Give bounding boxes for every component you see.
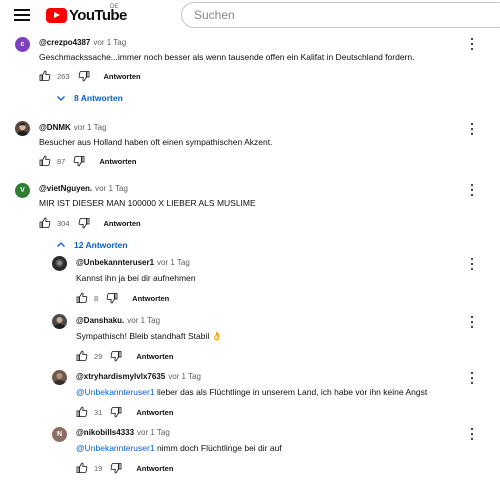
reply-actions: 31 Antworten	[76, 405, 173, 419]
more-options-icon[interactable]	[469, 428, 475, 440]
comment-header: @DNMK vor 1 Tag	[39, 123, 107, 132]
reply-text: @Unbekannteruser1 lieber das als Flüchtl…	[76, 387, 427, 397]
show-replies-button[interactable]: 8 Antworten	[56, 93, 123, 103]
avatar-photo	[16, 123, 29, 136]
like-count: 8	[94, 293, 99, 303]
reply-text-body: nimm doch Flüchtlinge bei dir auf	[154, 443, 282, 453]
avatar-photo	[53, 373, 66, 385]
comment-text: MIR IST DIESER MAN 100000 X LIEBER ALS M…	[39, 198, 256, 208]
mention-link[interactable]: @Unbekannteruser1	[76, 443, 155, 453]
thumb-down-icon[interactable]	[110, 350, 122, 362]
comment-time[interactable]: vor 1 Tag	[74, 123, 107, 132]
thumb-up-icon[interactable]	[39, 155, 51, 167]
comment-time[interactable]: vor 1 Tag	[95, 184, 128, 193]
reply-button[interactable]: Antworten	[136, 408, 173, 417]
chevron-up-icon	[57, 242, 65, 247]
thumb-down-icon[interactable]	[73, 155, 85, 167]
reply-button[interactable]: Antworten	[136, 464, 173, 473]
avatar[interactable]	[52, 314, 67, 329]
comment-header: @vietNguyen. vor 1 Tag	[39, 184, 128, 193]
thumb-down-icon[interactable]	[78, 70, 90, 82]
reply-actions: 29 Antworten	[76, 349, 173, 363]
thumb-down-icon[interactable]	[110, 406, 122, 418]
comment-time[interactable]: vor 1 Tag	[93, 38, 126, 47]
avatar[interactable]: N	[52, 427, 67, 442]
thumb-up-icon[interactable]	[76, 406, 88, 418]
reply-author[interactable]: @Danshaku.	[76, 316, 124, 325]
reply-header: @xtryhardismylvlx7635 vor 1 Tag	[76, 372, 201, 381]
like-count: 29	[94, 351, 103, 361]
comment-actions: 304 Antworten	[39, 216, 141, 230]
reply-text: Sympathisch! Bleib standhaft Stabil 👌	[76, 331, 222, 342]
reply-header: @Unbekannteruser1 vor 1 Tag	[76, 258, 190, 267]
comment-author[interactable]: @crezpo4387	[39, 38, 90, 47]
thumb-up-icon[interactable]	[76, 350, 88, 362]
ok-hand-emoji: 👌	[211, 331, 223, 341]
search-box[interactable]	[181, 2, 500, 28]
comment-text: Besucher aus Holland haben oft einen sym…	[39, 137, 273, 147]
more-options-icon[interactable]	[469, 316, 475, 328]
reply-time[interactable]: vor 1 Tag	[137, 428, 170, 437]
reply-header: @Danshaku. vor 1 Tag	[76, 316, 160, 325]
avatar-photo	[55, 259, 64, 267]
comment-text: Geschmackssache...immer noch besser als …	[39, 52, 415, 62]
like-count: 87	[57, 156, 66, 166]
avatar[interactable]: c	[15, 37, 30, 52]
reply-header: @nikobills4333 vor 1 Tag	[76, 428, 170, 437]
menu-icon[interactable]	[14, 9, 30, 21]
thumb-down-icon[interactable]	[78, 217, 90, 229]
reply-button[interactable]: Antworten	[99, 157, 136, 166]
more-options-icon[interactable]	[469, 258, 475, 270]
reply-author[interactable]: @nikobills4333	[76, 428, 134, 437]
replies-count: 12 Antworten	[74, 240, 128, 250]
reply-actions: 19 Antworten	[76, 461, 173, 475]
reply-text: Kannst ihn ja bei dir aufnehmen	[76, 273, 196, 283]
avatar-photo	[53, 317, 66, 329]
avatar[interactable]	[15, 121, 30, 136]
comment-actions: 87 Antworten	[39, 154, 136, 168]
search-input[interactable]	[194, 8, 500, 22]
reply-button[interactable]: Antworten	[104, 72, 141, 81]
more-options-icon[interactable]	[469, 123, 475, 135]
youtube-play-icon	[46, 7, 67, 23]
avatar[interactable]	[52, 256, 67, 271]
like-count: 31	[94, 407, 103, 417]
reply-button[interactable]: Antworten	[132, 294, 169, 303]
avatar[interactable]: V	[15, 183, 30, 198]
more-options-icon[interactable]	[469, 184, 475, 196]
like-count: 19	[94, 463, 103, 473]
thumb-up-icon[interactable]	[76, 462, 88, 474]
comment-actions: 263 Antworten	[39, 69, 141, 83]
reply-button[interactable]: Antworten	[104, 219, 141, 228]
reply-text-body: lieber das als Flüchtlinge in unserem La…	[154, 387, 428, 397]
thumb-up-icon[interactable]	[39, 70, 51, 82]
reply-actions: 8 Antworten	[76, 291, 169, 305]
comment-header: @crezpo4387 vor 1 Tag	[39, 38, 126, 47]
logo-country-code: DE	[110, 4, 119, 10]
avatar[interactable]	[52, 370, 67, 385]
mention-link[interactable]: @Unbekannteruser1	[76, 387, 155, 397]
reply-button[interactable]: Antworten	[136, 352, 173, 361]
reply-text-body: Sympathisch! Bleib standhaft Stabil	[76, 331, 210, 341]
comment-author[interactable]: @DNMK	[39, 123, 71, 132]
thumb-down-icon[interactable]	[106, 292, 118, 304]
reply-author[interactable]: @xtryhardismylvlx7635	[76, 372, 165, 381]
like-count: 304	[57, 218, 70, 228]
reply-text: @Unbekannteruser1 nimm doch Flüchtlinge …	[76, 443, 282, 453]
thumb-down-icon[interactable]	[110, 462, 122, 474]
hide-replies-button[interactable]: 12 Antworten	[56, 240, 128, 250]
reply-author[interactable]: @Unbekannteruser1	[76, 258, 154, 267]
replies-count: 8 Antworten	[74, 93, 123, 103]
masthead: YouTube DE	[0, 0, 500, 30]
more-options-icon[interactable]	[469, 38, 475, 50]
thumb-up-icon[interactable]	[39, 217, 51, 229]
reply-time[interactable]: vor 1 Tag	[157, 258, 190, 267]
comment-author[interactable]: @vietNguyen.	[39, 184, 92, 193]
reply-time[interactable]: vor 1 Tag	[127, 316, 160, 325]
reply-time[interactable]: vor 1 Tag	[168, 372, 201, 381]
chevron-down-icon	[57, 96, 65, 101]
thumb-up-icon[interactable]	[76, 292, 88, 304]
more-options-icon[interactable]	[469, 372, 475, 384]
like-count: 263	[57, 71, 70, 81]
